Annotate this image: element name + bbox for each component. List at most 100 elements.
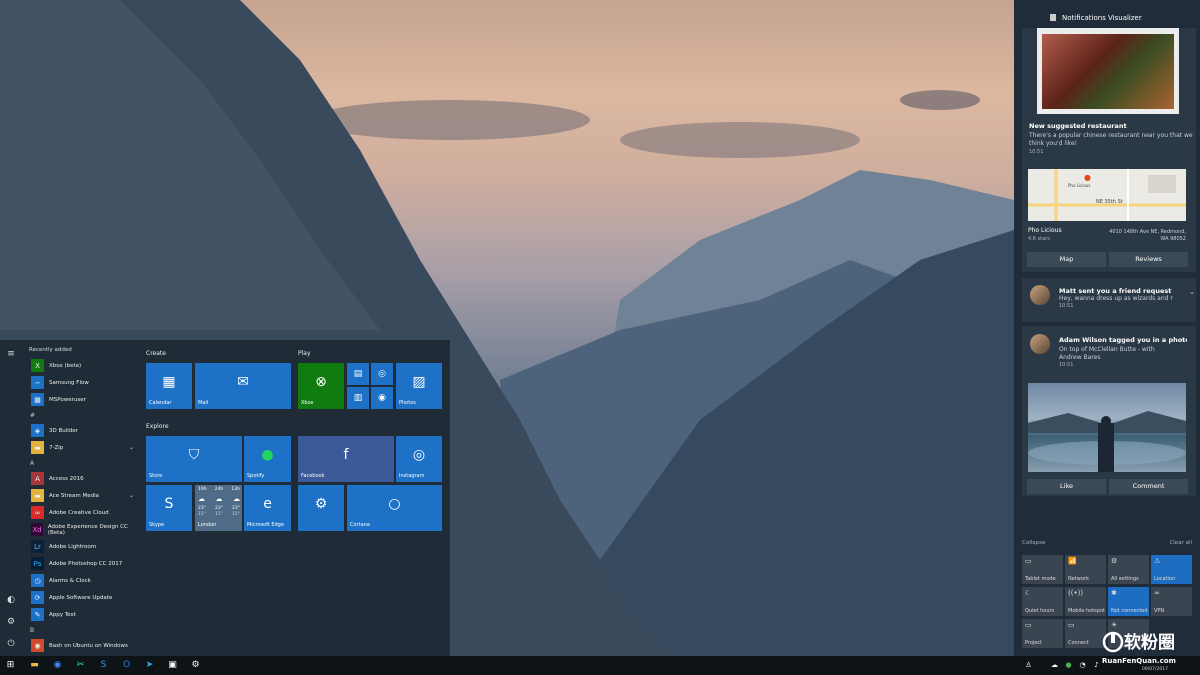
quick-action-tile[interactable]: ▭ Tablet mode — [1022, 555, 1063, 584]
app-item[interactable]: ▬ 7-Zip ⌄ — [26, 439, 138, 456]
tile-xbox[interactable]: ⊗ Xbox — [298, 363, 344, 409]
quick-action-tile[interactable]: ▭ Project — [1022, 619, 1063, 648]
tile-cortana[interactable]: ○ Cortana — [347, 485, 442, 531]
tile-maps[interactable]: ◉ — [371, 387, 393, 409]
quick-action-tile[interactable]: ((•)) Mobile hotspot — [1065, 587, 1106, 616]
reviews-button[interactable]: Reviews — [1109, 252, 1188, 267]
app-item[interactable]: ∞ Adobe Creative Cloud — [26, 504, 138, 521]
network-icon[interactable]: ◔ — [1076, 659, 1089, 672]
map-preview[interactable]: ● Pho Licious NE 35th St — [1028, 169, 1186, 221]
app-item[interactable]: ▦ MSPoweruser — [26, 391, 138, 408]
app-item[interactable]: ⟳ Apple Software Update — [26, 589, 138, 606]
tile-movies[interactable]: ▤ — [347, 363, 369, 385]
alarm-clock-icon: ◷ — [31, 574, 44, 587]
tile-skype[interactable]: S Skype — [146, 485, 192, 531]
like-button[interactable]: Like — [1027, 479, 1106, 494]
app-item[interactable]: ◷ Alarms & Clock — [26, 572, 138, 589]
collapse-link[interactable]: Collapse — [1022, 540, 1045, 546]
app-item[interactable]: ∽ Samsung Flow — [26, 374, 138, 391]
tile-spotify[interactable]: ● Spotify — [244, 436, 291, 482]
tile-facebook[interactable]: f Facebook — [298, 436, 394, 482]
group-letter[interactable]: A — [26, 456, 138, 470]
user-avatar-icon[interactable]: ◐ — [5, 594, 17, 606]
weather-day: 13h — [231, 487, 240, 492]
tile-mail[interactable]: ✉ Mail — [195, 363, 291, 409]
chevron-down-icon[interactable]: ⌄ — [129, 492, 134, 499]
app-item[interactable]: Xd Adobe Experience Design CC (Beta) — [26, 521, 138, 538]
tile-store[interactable]: ⛉ Store — [146, 436, 242, 482]
power-icon[interactable]: ⏻ — [5, 638, 17, 650]
hamburger-menu-icon[interactable]: ≡ — [5, 348, 17, 360]
chevron-up-icon[interactable]: ⌃ — [1180, 338, 1186, 346]
tile-weather[interactable]: 19h 24h 13h ☁ ☁ ☁ 23° 23° 23° 15° 15° 15° London — [195, 485, 242, 531]
quick-action-tile[interactable]: ⚠ Location — [1151, 555, 1192, 584]
app-label: Alarms & Clock — [49, 577, 91, 584]
notification-title: Matt sent you a friend request — [1059, 287, 1172, 295]
tile-photos[interactable]: ▨ Photos — [396, 363, 442, 409]
avatar — [1030, 334, 1050, 354]
store-icon[interactable]: ▣ — [166, 659, 179, 672]
map-pin-icon: ● — [1084, 173, 1091, 182]
tile-settings[interactable]: ⚙ — [298, 485, 344, 531]
gear-icon: ⚙ — [314, 496, 328, 512]
tile-edge[interactable]: e Microsoft Edge — [244, 485, 291, 531]
app-tray-icon[interactable]: ● — [1062, 659, 1075, 672]
quick-action-tile[interactable]: 📶 Network — [1065, 555, 1106, 584]
windows-start-icon[interactable]: ⊞ — [4, 659, 17, 672]
tile-instagram[interactable]: ◎ Instagram — [396, 436, 442, 482]
notification-restaurant[interactable]: New suggested restaurant There's a popul… — [1029, 122, 1194, 155]
clear-all-link[interactable]: Clear all — [1169, 540, 1192, 546]
outlook-icon[interactable]: O — [120, 659, 133, 672]
watermark-name: 软粉圈 — [1124, 633, 1175, 653]
photos-icon: ▨ — [412, 374, 426, 390]
app-item[interactable]: Lr Adobe Lightroom — [26, 538, 138, 555]
weather-days: 19h 24h 13h — [198, 487, 240, 492]
file-explorer-icon[interactable]: ▬ — [28, 659, 41, 672]
comment-button[interactable]: Comment — [1109, 479, 1188, 494]
3d-builder-icon: ◈ — [31, 424, 44, 437]
tile-calendar[interactable]: ▦ Calendar — [146, 363, 192, 409]
notification-body: Hey, wanna dress up as wizards and r — [1059, 295, 1173, 302]
notification-body: On top of McClellan Butte - with Andrew … — [1059, 346, 1155, 361]
settings-gear-icon[interactable]: ⚙ — [5, 616, 17, 628]
place-name: Pho Licious — [1028, 227, 1062, 234]
people-icon[interactable]: ♙ — [1022, 659, 1035, 672]
music-disc-icon: ◎ — [378, 369, 386, 379]
app-item[interactable]: A Access 2016 — [26, 470, 138, 487]
tile-calculator[interactable]: ▥ — [347, 387, 369, 409]
telegram-icon[interactable]: ➤ — [143, 659, 156, 672]
group-letter[interactable]: B — [26, 623, 138, 637]
app-item[interactable]: ▬ Ace Stream Media ⌄ — [26, 487, 138, 504]
app-item[interactable]: ◉ Bash on Ubuntu on Windows — [26, 637, 138, 654]
weather-low: 15° — [232, 512, 240, 517]
chevron-down-icon[interactable]: ⌄ — [129, 444, 134, 451]
app-item[interactable]: Ps Adobe Photoshop CC 2017 — [26, 555, 138, 572]
quick-action-tile[interactable]: ⚙ All settings — [1108, 555, 1149, 584]
notification-content: Adam Wilson tagged you in a photo — [1059, 336, 1187, 344]
tile-groove[interactable]: ◎ — [371, 363, 393, 385]
onedrive-icon[interactable]: ☁ — [1048, 659, 1061, 672]
map-button[interactable]: Map — [1027, 252, 1106, 267]
map-pin-icon: ◉ — [378, 393, 386, 403]
app-label: Apple Software Update — [49, 594, 113, 601]
cloud-sun-icon: ☁ — [198, 495, 205, 503]
skype-icon[interactable]: S — [97, 659, 110, 672]
app-item[interactable]: ✎ Appy Text — [26, 606, 138, 623]
quick-action-label: Quiet hours — [1025, 608, 1055, 614]
chevron-down-icon[interactable]: ⌄ — [1189, 288, 1195, 296]
cloud-sun-icon: ☁ — [233, 495, 240, 503]
app-item[interactable]: X Xbox (beta) — [26, 357, 138, 374]
chrome-icon[interactable]: ◉ — [51, 659, 64, 672]
quick-action-tile[interactable]: ∞ VPN — [1151, 587, 1192, 616]
notification-time: 10:51 — [1059, 362, 1074, 368]
app-label: Samsung Flow — [49, 379, 89, 386]
action-center: Notifications Visualizer New suggested r… — [1014, 0, 1200, 656]
app-item[interactable]: ◈ 3D Builder — [26, 422, 138, 439]
quick-action-tile[interactable]: ✱ Not connected — [1108, 587, 1149, 616]
notification-time: 10:51 — [1029, 149, 1044, 155]
settings-gear-icon[interactable]: ⚙ — [189, 659, 202, 672]
quick-action-tile[interactable]: ☾ Quiet hours — [1022, 587, 1063, 616]
weather-day: 19h — [198, 487, 207, 492]
group-letter[interactable]: # — [26, 408, 138, 422]
snipping-tool-icon[interactable]: ✂ — [74, 659, 87, 672]
